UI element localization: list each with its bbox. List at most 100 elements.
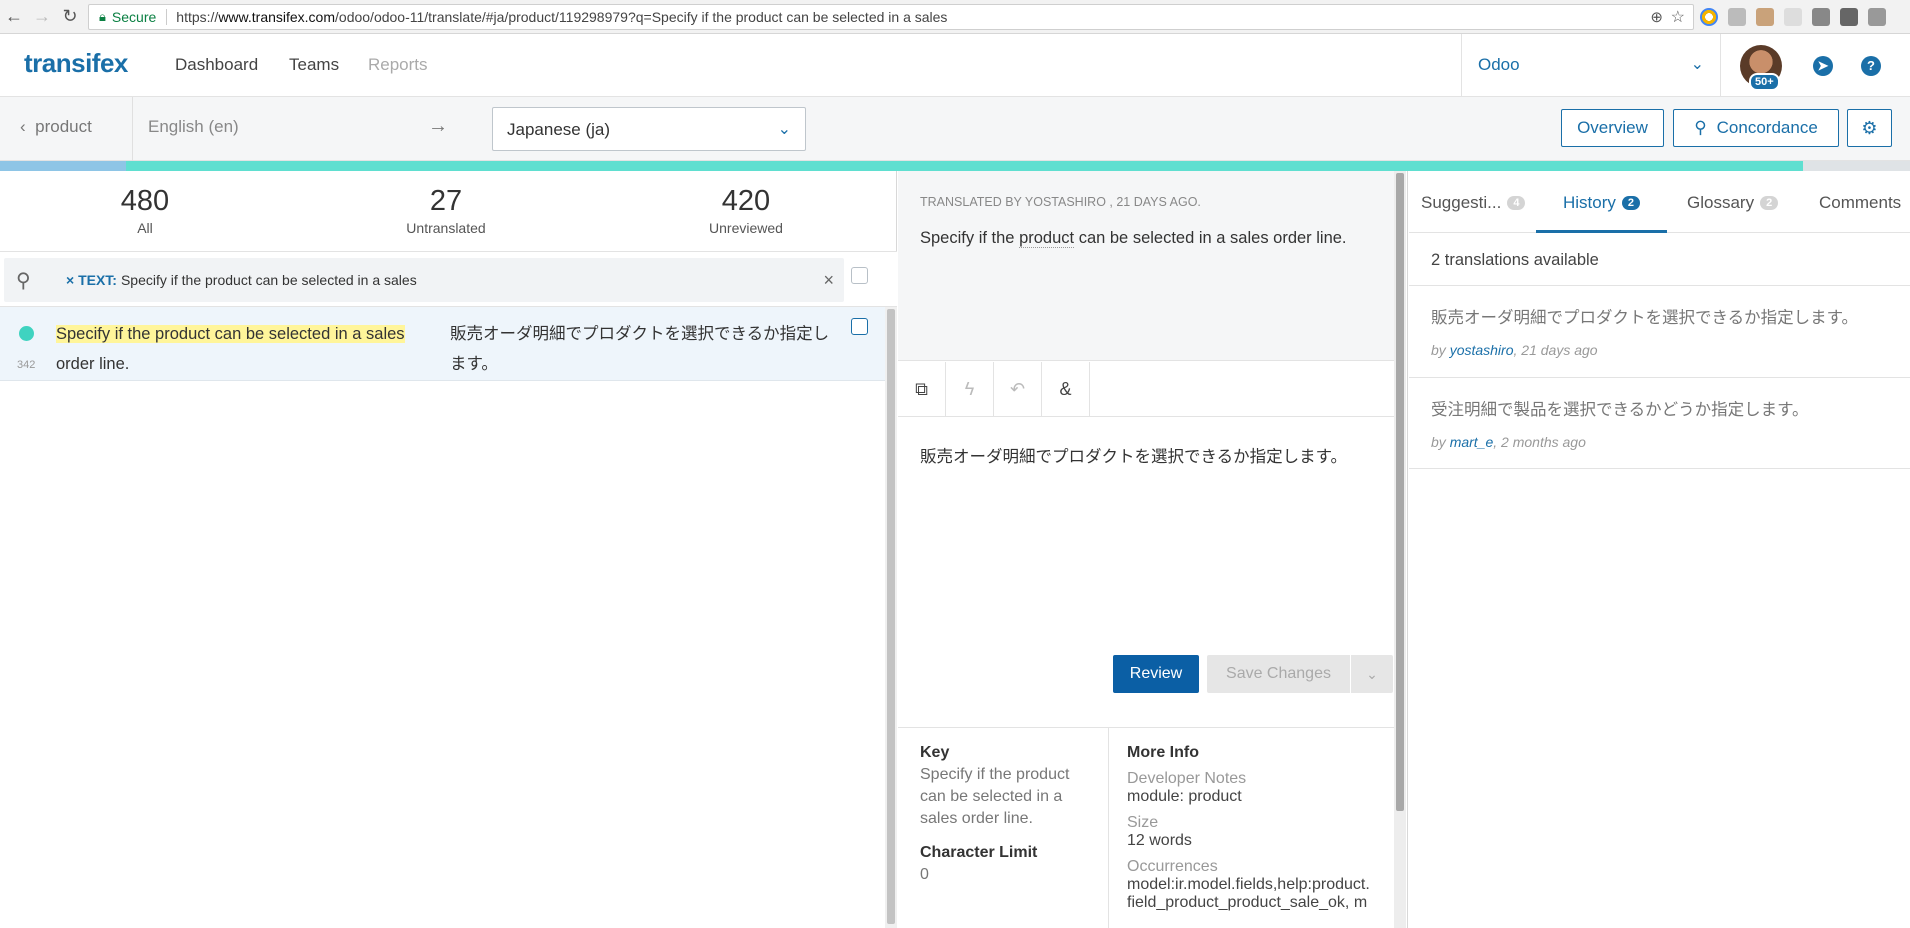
translated-by-line: Translated by yostashiro , 21 days ago. [920,195,1201,209]
key-label: Key [920,744,950,761]
notification-badge[interactable]: 50+ [1749,73,1780,91]
chevron-down-icon: ⌄ [777,121,791,138]
source-string: Specify if the product can be selected i… [56,325,405,373]
target-language-value: Japanese (ja) [507,120,611,139]
size-value: 12 words [1127,832,1192,849]
remove-filter-icon[interactable]: × [66,272,74,288]
extension-icon[interactable] [1728,8,1746,26]
review-button[interactable]: Review [1113,655,1199,693]
string-index: 342 [17,359,36,371]
extension-icon[interactable] [1756,8,1774,26]
lock-icon: 🔒︎ [99,9,106,24]
search-row: ⚲ × TEXT: Specify if the product can be s… [0,251,897,307]
translations-available: 2 translations available [1431,251,1599,269]
glossary-term[interactable]: product [1019,229,1075,248]
search-input[interactable]: ⚲ × TEXT: Specify if the product can be s… [4,258,844,302]
search-filter-chip[interactable]: × TEXT: Specify if the product can be sel… [66,272,417,288]
string-row[interactable]: 342 Specify if the product can be select… [0,307,885,381]
arrow-right-icon: → [428,115,448,137]
string-list-panel: 480 All 27 Untranslated 420 Unreviewed ⚲… [0,171,897,928]
editor-panel: Translated by yostashiro , 21 days ago. … [898,171,1408,928]
translation-progress-bar [0,161,1910,171]
source-box: Translated by yostashiro , 21 days ago. … [898,171,1394,361]
more-info-label: More Info [1127,744,1199,761]
nav-reports[interactable]: Reports [368,55,428,75]
organization-name: Odoo [1478,55,1520,74]
history-item[interactable]: 販売オーダ明細でプロダクトを選択できるか指定します。 by yostashiro… [1409,285,1910,377]
history-item[interactable]: 受注明細で製品を選択できるかどうか指定します。 by mart_e, 2 mon… [1409,377,1910,469]
save-options-dropdown[interactable]: ⌄ [1351,655,1393,693]
organization-selector[interactable]: Odoo ⌄ [1461,34,1721,97]
extension-icon[interactable] [1840,8,1858,26]
tab-glossary[interactable]: Glossary 2 [1687,193,1779,213]
translated-status-icon [19,326,34,341]
copy-source-icon[interactable]: ⧉ [898,362,946,417]
overview-button[interactable]: Overview [1561,109,1664,147]
side-panel: Suggesti... 4 History 2 Glossary 2 Comments… [1409,171,1910,928]
tab-comments[interactable]: Comments [1819,193,1901,213]
search-icon: ⚲ [16,270,31,292]
stat-untranslated[interactable]: 27 Untranslated [346,185,546,236]
back-to-resource-link[interactable]: ‹ product [20,117,92,137]
extension-icon[interactable] [1812,8,1830,26]
transifex-logo[interactable]: transifex [24,48,128,79]
chevron-left-icon: ‹ [20,117,26,136]
bookmark-star-icon[interactable]: ☆ [1671,7,1685,27]
editor-scrollbar[interactable] [1394,171,1406,928]
character-limit-label: Character Limit [920,844,1038,861]
translation-string: 販売オーダ明細でプロダクトを選択できるか指定します。 [450,325,830,373]
nav-teams[interactable]: Teams [289,55,339,75]
stat-all[interactable]: 480 All [45,185,245,236]
occurrences-value-continued: field_product_product_sale_ok, m [1127,894,1368,911]
tab-history[interactable]: History 2 [1563,193,1641,213]
active-tab-indicator [1536,230,1667,233]
help-icon[interactable]: ? [1861,56,1881,76]
size-label: Size [1127,814,1159,831]
row-checkbox[interactable] [851,318,868,335]
back-arrow-icon[interactable]: ← [0,6,28,27]
compass-icon[interactable]: ➤ [1813,56,1833,76]
chevron-down-icon: ⌄ [1690,56,1704,73]
settings-button[interactable]: ⚙ [1847,109,1892,147]
history-author-link[interactable]: yostashiro [1450,342,1514,358]
special-characters-icon[interactable]: & [1042,362,1090,417]
concordance-button[interactable]: ⚲ Concordance [1673,109,1839,147]
lightning-icon[interactable]: ϟ [946,362,994,417]
translation-editor[interactable]: 販売オーダ明細でプロダクトを選択できるか指定します。 [920,443,1380,467]
app-header: transifex Dashboard Teams Reports Odoo ⌄… [0,34,1910,97]
chevron-down-icon: ⌄ [1366,665,1378,682]
reviewed-progress [0,161,127,171]
search-icon: ⚲ [1694,118,1707,137]
string-details: Key Specify if the product can be select… [898,727,1394,928]
stat-unreviewed[interactable]: 420 Unreviewed [646,185,846,236]
extension-icon[interactable] [1868,8,1886,26]
extension-icon[interactable] [1700,8,1718,26]
tab-suggestions[interactable]: Suggesti... 4 [1421,193,1526,213]
forward-arrow-icon[interactable]: → [28,6,56,27]
side-tabs: Suggesti... 4 History 2 Glossary 2 Comments [1409,171,1910,233]
save-changes-button[interactable]: Save Changes [1207,655,1350,693]
select-all-checkbox[interactable] [851,267,868,284]
occurrences-label: Occurrences [1127,858,1218,875]
developer-notes-value: module: product [1127,788,1242,805]
history-author-link[interactable]: mart_e [1450,434,1494,450]
url-text[interactable]: https://www.transifex.com/odoo/odoo-11/t… [176,9,947,25]
source-language: English (en) [132,97,432,161]
developer-notes-label: Developer Notes [1127,770,1247,787]
translated-progress [126,161,1804,171]
extension-icon[interactable] [1784,8,1802,26]
reload-icon[interactable]: ↻ [56,6,84,27]
browser-toolbar: ← → ↻ 🔒︎ Secure https://www.transifex.co… [0,0,1910,34]
nav-dashboard[interactable]: Dashboard [175,55,258,75]
undo-icon[interactable]: ↶ [994,362,1042,417]
secure-label: Secure [112,9,168,25]
occurrences-value: model:ir.model.fields,help:product. [1127,876,1370,893]
project-toolbar: ‹ product English (en) → Japanese (ja) ⌄… [0,97,1910,161]
list-scrollbar[interactable] [885,307,897,928]
key-value: Specify if the product can be selected i… [920,766,1070,827]
gear-icon: ⚙ [1861,117,1878,138]
address-bar[interactable]: 🔒︎ Secure https://www.transifex.com/odoo… [88,4,1694,30]
zoom-icon[interactable]: ⊕ [1650,8,1663,26]
clear-search-icon[interactable]: × [823,270,834,291]
target-language-select[interactable]: Japanese (ja) ⌄ [492,107,806,151]
